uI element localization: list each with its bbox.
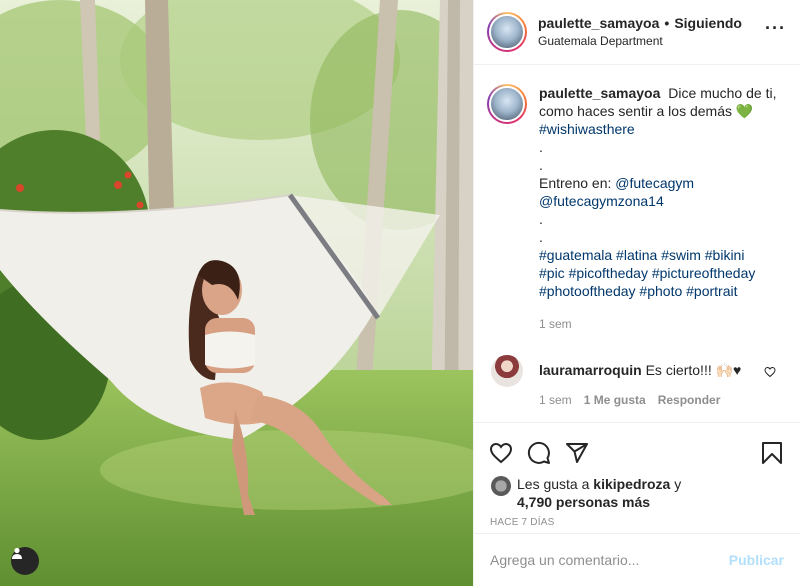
comment-input[interactable] bbox=[490, 552, 729, 568]
post-header: paulette_samayoa • Siguiendo Guatemala D… bbox=[474, 0, 800, 65]
share-button[interactable] bbox=[565, 441, 589, 465]
post-sidebar: paulette_samayoa • Siguiendo Guatemala D… bbox=[473, 0, 800, 586]
mention-link[interactable]: @futecagymzona14 bbox=[539, 192, 776, 210]
caption-text-line2: como haces sentir a los demás bbox=[539, 103, 732, 119]
comment-likes[interactable]: 1 Me gusta bbox=[584, 391, 646, 409]
save-button[interactable] bbox=[760, 441, 784, 465]
caption-text-line1: Dice mucho de ti, bbox=[668, 85, 777, 101]
caption-avatar[interactable] bbox=[487, 84, 527, 124]
commenter-avatar[interactable] bbox=[491, 355, 523, 387]
hashtag-link[interactable]: #wishiwasthere bbox=[539, 120, 776, 138]
comment-time[interactable]: 1 sem bbox=[539, 391, 572, 409]
comment-bubble-icon bbox=[527, 441, 550, 464]
post-location[interactable]: Guatemala Department bbox=[538, 32, 742, 50]
comments-section: paulette_samayoa Dice mucho de ti, como … bbox=[474, 66, 800, 422]
heart-icon bbox=[489, 442, 513, 464]
post-actions: Les gusta a kikipedroza y 4,790 personas… bbox=[474, 422, 800, 586]
post-date[interactable]: HACE 7 DÍAS bbox=[474, 517, 800, 528]
likes-summary: Les gusta a kikipedroza y 4,790 personas… bbox=[474, 475, 800, 511]
like-button[interactable] bbox=[489, 441, 513, 465]
photo-illustration bbox=[0, 0, 473, 586]
comment-text: Es cierto!!! 🙌🏻♥ bbox=[645, 362, 742, 378]
training-label: Entreno en: bbox=[539, 175, 612, 191]
follow-status-button[interactable]: Siguiendo bbox=[674, 14, 742, 32]
caption-time[interactable]: 1 sem bbox=[539, 315, 776, 333]
mention-link[interactable]: @futecagym bbox=[615, 175, 694, 191]
like-comment-button[interactable] bbox=[764, 365, 776, 381]
caption: paulette_samayoa Dice mucho de ti, como … bbox=[487, 84, 784, 333]
hashtags-line[interactable]: #pic #picoftheday #pictureoftheday bbox=[539, 264, 776, 282]
likes-count-button[interactable]: 4,790 personas más bbox=[517, 494, 650, 510]
comment-button[interactable] bbox=[527, 441, 551, 465]
heart-outline-icon bbox=[764, 366, 776, 378]
separator-dot: • bbox=[664, 15, 670, 31]
likes-prefix: Les gusta a bbox=[517, 476, 590, 492]
bookmark-icon bbox=[762, 442, 782, 464]
post-photo[interactable] bbox=[0, 0, 473, 586]
likes-suffix: y bbox=[674, 476, 682, 492]
liker-username[interactable]: kikipedroza bbox=[593, 476, 670, 492]
tagged-users-button[interactable] bbox=[11, 547, 39, 575]
paper-plane-icon bbox=[566, 443, 588, 463]
more-horizontal-icon: ··· bbox=[765, 18, 786, 38]
dot-line: . bbox=[539, 211, 543, 227]
hashtags-line[interactable]: #photooftheday #photo #portrait bbox=[539, 282, 776, 300]
caption-username[interactable]: paulette_samayoa bbox=[539, 85, 660, 101]
more-options-button[interactable]: ··· bbox=[765, 19, 786, 37]
dot-line: . bbox=[539, 229, 543, 245]
hashtags-line[interactable]: #guatemala #latina #swim #bikini bbox=[539, 246, 776, 264]
add-comment-bar: Publicar bbox=[474, 533, 800, 586]
commenter-username[interactable]: lauramarroquin bbox=[539, 362, 642, 378]
green-heart-emoji: 💚 bbox=[735, 103, 754, 119]
liker-avatar[interactable] bbox=[491, 476, 511, 496]
comment-item: lauramarroquin Es cierto!!! 🙌🏻♥ 1 sem 1 … bbox=[487, 355, 784, 409]
user-icon bbox=[12, 547, 22, 559]
reply-button[interactable]: Responder bbox=[658, 391, 721, 409]
dot-line: . bbox=[539, 139, 543, 155]
publish-button[interactable]: Publicar bbox=[729, 552, 784, 568]
author-avatar[interactable] bbox=[487, 12, 527, 52]
author-username[interactable]: paulette_samayoa bbox=[538, 14, 659, 32]
dot-line: . bbox=[539, 157, 543, 173]
